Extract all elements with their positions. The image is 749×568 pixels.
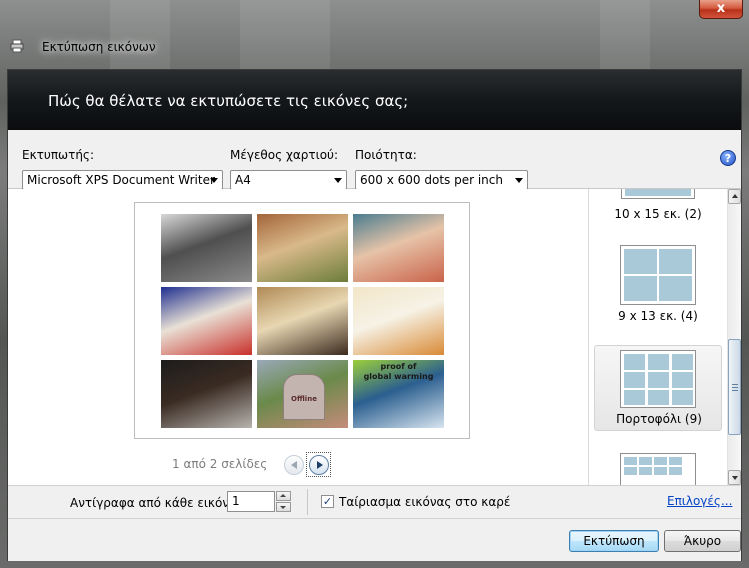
close-button[interactable]: x bbox=[699, 0, 743, 19]
stepper-down-button[interactable] bbox=[276, 502, 291, 512]
tombstone: Offline bbox=[283, 374, 325, 420]
photo-caption: proof of global warming bbox=[363, 362, 434, 381]
arrow-up-icon bbox=[280, 494, 286, 497]
paper-size-label: Μέγεθος χαρτιού: bbox=[230, 148, 339, 162]
print-pictures-window: Εκτύπωση εικόνων x Πώς θα θέλατε να εκτυ… bbox=[0, 0, 749, 568]
quality-value: 600 x 600 dots per inch bbox=[360, 173, 503, 187]
cancel-button[interactable]: Άκυρο bbox=[664, 530, 741, 552]
title-bar[interactable]: Εκτύπωση εικόνων x bbox=[0, 0, 749, 68]
options-link[interactable]: Επιλογές... bbox=[667, 494, 732, 508]
layout-item-wallet[interactable]: Πορτοφόλι (9) bbox=[594, 345, 722, 431]
paper-size-value: A4 bbox=[235, 173, 251, 187]
printer-value: Microsoft XPS Document Writer bbox=[27, 173, 215, 187]
layout-item-contact-sheet[interactable] bbox=[594, 451, 722, 485]
arrow-down-icon bbox=[732, 476, 738, 480]
layout-thumbnail bbox=[620, 453, 696, 485]
divider bbox=[307, 489, 308, 515]
chevron-down-icon bbox=[334, 178, 342, 183]
copies-input[interactable]: 1 bbox=[227, 491, 275, 512]
fit-picture-checkbox[interactable]: ✓ bbox=[321, 495, 334, 508]
cartoon-photo bbox=[161, 287, 252, 355]
previous-page-button[interactable] bbox=[284, 455, 304, 475]
print-settings-row: Εκτυπωτής: Microsoft XPS Document Writer… bbox=[8, 130, 741, 190]
horse-photo bbox=[161, 214, 252, 282]
scroll-thumb[interactable] bbox=[728, 339, 741, 435]
arrow-down-icon bbox=[280, 506, 286, 509]
layout-label: Πορτοφόλι (9) bbox=[616, 412, 702, 426]
window-title: Εκτύπωση εικόνων bbox=[42, 40, 156, 54]
dialog-buttons-row: Εκτύπωση Άκυρο bbox=[8, 518, 741, 561]
layout-list[interactable]: 10 x 15 εκ. (2) 9 x 13 εκ. (4) Πορτοφόλι… bbox=[588, 189, 741, 485]
arrow-left-icon bbox=[291, 461, 297, 469]
page-preview: Offline proof of global warming bbox=[134, 202, 470, 439]
offline-tomb-photo: Offline bbox=[257, 360, 348, 428]
layout-item-10x15[interactable]: 10 x 15 εκ. (2) bbox=[594, 189, 722, 225]
stepper-up-button[interactable] bbox=[276, 491, 291, 501]
scroll-down-button[interactable] bbox=[728, 470, 741, 485]
layout-thumbnail bbox=[621, 189, 695, 199]
preview-area: Offline proof of global warming 1 από 2 σε… bbox=[8, 189, 588, 485]
layout-label: 10 x 15 εκ. (2) bbox=[614, 207, 702, 221]
chevron-down-icon bbox=[210, 178, 218, 183]
scroll-up-button[interactable] bbox=[728, 189, 741, 204]
giraffe-photo bbox=[257, 214, 348, 282]
dialog-client-area: Πώς θα θέλατε να εκτυπώσετε τις εικόνες … bbox=[7, 69, 742, 561]
next-page-button[interactable] bbox=[309, 455, 329, 475]
header-question: Πώς θα θέλατε να εκτυπώσετε τις εικόνες … bbox=[48, 92, 409, 110]
fit-picture-label[interactable]: Ταίριασμα εικόνας στο καρέ bbox=[339, 495, 510, 509]
copies-stepper[interactable] bbox=[276, 491, 291, 512]
page-count: 1 από 2 σελίδες bbox=[172, 457, 268, 471]
printer-select[interactable]: Microsoft XPS Document Writer bbox=[22, 170, 223, 190]
sperm-egg-photo bbox=[257, 287, 348, 355]
arrow-right-icon bbox=[317, 461, 323, 469]
cat-photo bbox=[353, 287, 444, 355]
printer-label: Εκτυπωτής: bbox=[22, 148, 95, 162]
close-icon: x bbox=[716, 1, 726, 16]
chevron-down-icon bbox=[515, 178, 523, 183]
couple-photo bbox=[353, 214, 444, 282]
layout-thumbnail bbox=[620, 245, 696, 305]
layout-scrollbar[interactable] bbox=[727, 189, 741, 485]
paper-size-select[interactable]: A4 bbox=[230, 170, 347, 190]
copies-label: Αντίγραφα από κάθε εικόνα: bbox=[70, 496, 241, 510]
global-warming-photo: proof of global warming bbox=[353, 360, 444, 428]
header-banner: Πώς θα θέλατε να εκτυπώσετε τις εικόνες … bbox=[8, 70, 741, 130]
options-row: Αντίγραφα από κάθε εικόνα: 1 ✓ Ταίριασμα… bbox=[8, 485, 741, 518]
smoke-photo bbox=[161, 360, 252, 428]
help-icon[interactable]: ? bbox=[720, 150, 736, 166]
quality-label: Ποιότητα: bbox=[355, 148, 417, 162]
layout-thumbnail bbox=[620, 350, 696, 408]
print-button[interactable]: Εκτύπωση bbox=[569, 530, 659, 552]
layout-label: 9 x 13 εκ. (4) bbox=[618, 309, 698, 323]
layout-item-9x13[interactable]: 9 x 13 εκ. (4) bbox=[594, 243, 722, 329]
printer-icon bbox=[10, 39, 24, 53]
arrow-up-icon bbox=[732, 194, 738, 198]
quality-select[interactable]: 600 x 600 dots per inch bbox=[355, 170, 528, 190]
offline-text: Offline bbox=[291, 395, 317, 403]
